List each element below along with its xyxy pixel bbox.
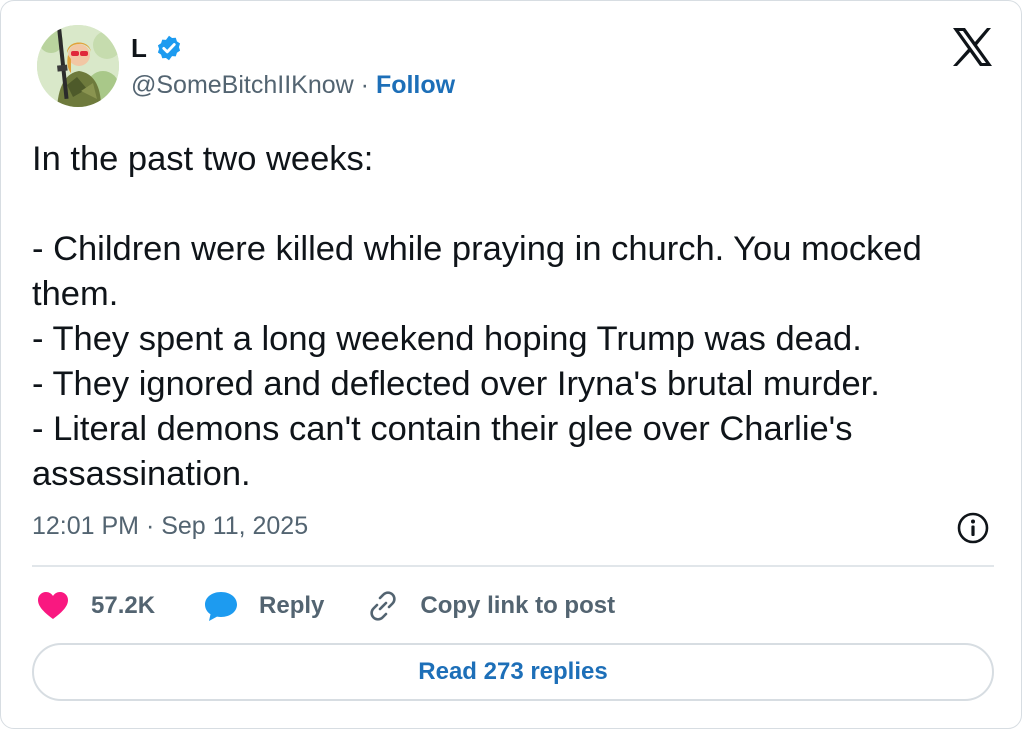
tweet-timestamp[interactable]: 12:01 PM · Sep 11, 2025 [32, 509, 308, 543]
verified-badge-icon [155, 34, 183, 62]
copy-link-label: Copy link to post [420, 592, 616, 619]
tweet-card: L @SomeBitchIIKnow · Follow In the past … [0, 0, 1022, 729]
handle-separator: · [360, 71, 369, 99]
avatar[interactable] [37, 25, 119, 107]
avatar-image [37, 25, 119, 107]
like-button[interactable]: 57.2K [37, 591, 155, 621]
follow-button[interactable]: Follow [376, 71, 455, 99]
tweet-line: - They spent a long weekend hoping Trump… [32, 320, 862, 358]
tweet-line: - Literal demons can't contain their gle… [32, 410, 853, 448]
author-handle-row: @SomeBitchIIKnow · Follow [131, 69, 455, 101]
action-bar: 57.2K Reply Copy link to post [37, 585, 615, 627]
heart-icon [37, 591, 69, 621]
reply-button[interactable]: Reply [203, 590, 324, 622]
speech-bubble-icon [203, 590, 239, 622]
display-name[interactable]: L [131, 33, 147, 63]
reply-label: Reply [259, 592, 325, 619]
tweet-text: In the past two weeks: - Children were k… [32, 137, 1007, 497]
author-name-row: L [131, 33, 183, 63]
tweet-line: - They ignored and deflected over Iryna'… [32, 365, 880, 403]
tweet-line: - Children were killed while praying in … [32, 230, 922, 268]
tweet-line: assassination. [32, 455, 251, 493]
x-logo-icon[interactable] [951, 27, 993, 67]
info-icon[interactable] [956, 511, 990, 545]
link-icon [366, 589, 400, 623]
tweet-line: them. [32, 275, 119, 313]
read-replies-button[interactable]: Read 273 replies [32, 643, 994, 701]
tweet-line: In the past two weeks: [32, 140, 374, 178]
divider [32, 565, 994, 567]
read-replies-label: Read 273 replies [418, 658, 608, 685]
copy-link-button[interactable]: Copy link to post [366, 589, 615, 623]
author-handle[interactable]: @SomeBitchIIKnow [131, 71, 354, 99]
like-count: 57.2K [91, 592, 156, 619]
